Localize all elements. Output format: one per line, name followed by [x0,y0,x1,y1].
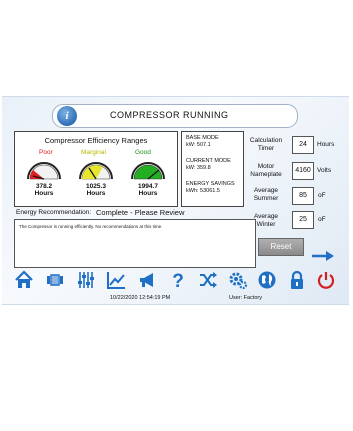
energy-recommendation-label: Energy Recommendation: [16,209,92,216]
avg-winter-field[interactable]: 25 [292,211,314,229]
reset-button[interactable]: Reset [258,238,304,256]
status-title: COMPRESSOR RUNNING [110,110,229,120]
calc-timer-field[interactable]: 24 [292,136,314,154]
base-mode-label: BASE MODE [186,135,219,141]
globe-icon[interactable] [257,270,277,290]
efficiency-title: Compressor Efficiency Ranges [44,136,148,145]
motor-nameplate-unit: Volts [317,167,332,174]
avg-summer-field[interactable]: 85 [292,187,314,205]
current-mode-value: kW: 359.8 [186,165,211,171]
lock-icon[interactable] [287,270,307,290]
gauge-marginal [79,162,113,180]
gauge-marginal-value: 1025.3 Hours [86,183,106,197]
efficiency-panel: Compressor Efficiency Ranges Poor Margin… [14,131,178,207]
recommendation-textbox[interactable]: The Compressor is running efficiently. N… [14,219,256,268]
sliders-icon[interactable] [76,270,96,290]
current-mode-label: CURRENT MODE [186,158,231,164]
motor-nameplate-field[interactable]: 4160 [292,162,314,180]
svg-text:?: ? [172,271,184,290]
gauge-marginal-label: Marginal [81,149,106,156]
gauge-poor [27,162,61,180]
mode-panel: BASE MODE kW: 507.1 CURRENT MODE kW: 359… [181,131,244,207]
avg-summer-label: Average Summer [253,187,279,202]
help-icon[interactable]: ? [168,270,188,290]
gauge-good [131,162,165,180]
calc-timer-label: Calculation Timer [249,137,283,152]
avg-summer-unit: oF [318,192,326,199]
gauge-good-value: 1994.7 Hours [138,183,158,197]
motor-nameplate-label: Motor Nameplate [250,163,282,178]
power-icon[interactable] [316,270,336,290]
trend-chart-icon[interactable] [106,270,126,290]
avg-winter-unit: oF [318,216,326,223]
gauge-poor-value: 378.2 Hours [34,183,54,197]
gauge-poor-label: Poor [39,149,53,156]
energy-savings-label: ENERGY SAVINGS [186,181,235,187]
recommendation-text: The Compressor is running efficiently. N… [19,224,163,229]
megaphone-icon[interactable] [137,270,157,290]
shuffle-icon[interactable] [198,270,218,290]
bottom-toolbar: ? [14,270,340,292]
base-mode-value: kW: 507.1 [186,142,211,148]
home-icon[interactable] [14,270,34,290]
io-module-icon[interactable] [45,270,65,290]
footer-datetime: 10/22/2020 12:54:19 PM [110,295,171,301]
settings-gears-icon[interactable] [228,270,248,290]
calc-timer-unit: Hours [317,141,335,148]
footer-user: User: Factory [229,295,263,301]
next-arrow-icon[interactable] [311,250,335,262]
gauge-good-label: Good [135,149,151,156]
info-icon[interactable]: i [57,106,77,126]
energy-savings-value: kWh: 53061.5 [186,188,220,194]
energy-recommendation-status: Complete - Please Review [96,208,185,217]
